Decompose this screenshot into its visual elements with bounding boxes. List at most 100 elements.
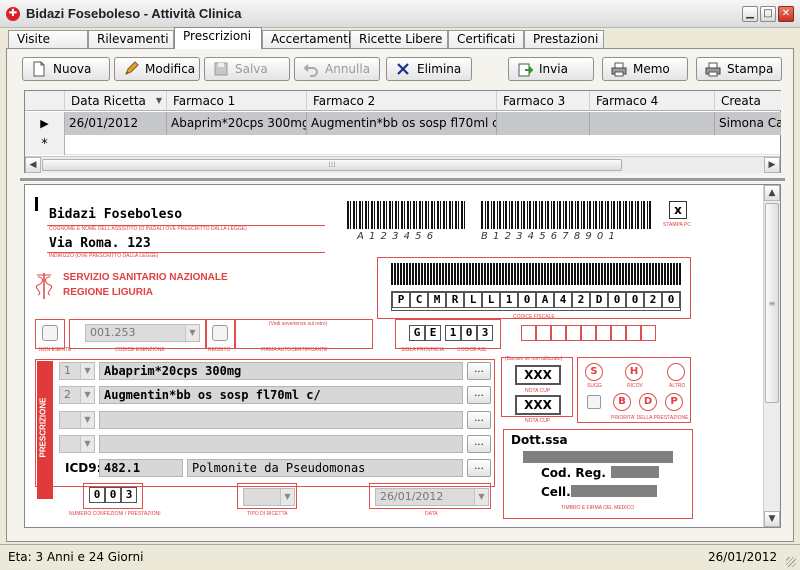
save-icon — [213, 61, 229, 77]
nuova-button[interactable]: Nuova — [22, 57, 110, 81]
scroll-up-icon[interactable]: ▲ — [764, 185, 780, 201]
icd9-description[interactable]: Polmonite da Pseudomonas — [187, 459, 463, 477]
tab-prescrizioni[interactable]: Prescrizioni — [174, 27, 262, 49]
item-1-drug[interactable]: Abaprim*20cps 300mg — [99, 362, 463, 380]
scroll-left-icon[interactable]: ◀ — [25, 157, 41, 173]
row-selector-arrow[interactable]: ▶ — [25, 112, 65, 135]
tab-rilevamenti[interactable]: Rilevamenti — [88, 30, 174, 48]
tab-visite[interactable]: Visite — [8, 30, 88, 48]
invia-button[interactable]: Invia — [508, 57, 594, 81]
cell-farmaco-1[interactable]: Abaprim*20cps 300mg — [167, 112, 307, 135]
barcode-left — [347, 201, 467, 229]
non-esente-checkbox[interactable] — [42, 325, 58, 341]
priority-checkbox[interactable] — [587, 395, 601, 409]
nota-cup-1[interactable]: XXX — [515, 365, 561, 385]
stampa-pc-checkbox[interactable]: x — [669, 201, 687, 219]
numero-confezioni-char: 3 — [121, 487, 137, 503]
column-header-farmaco-1[interactable]: Farmaco 1 — [167, 91, 307, 111]
chevron-down-icon: ▼ — [474, 489, 488, 505]
item-3-drug[interactable] — [99, 411, 463, 429]
priority-p[interactable]: P — [665, 393, 683, 411]
new-row-marker[interactable]: * — [25, 135, 65, 155]
scroll-right-icon[interactable]: ▶ — [764, 157, 780, 173]
elimina-label: Elimina — [417, 62, 462, 76]
grid-horizontal-scrollbar[interactable]: ◀ ⁞⁞⁞ ▶ — [25, 156, 780, 173]
item-2-browse-button[interactable]: ... — [467, 386, 491, 404]
maximize-button[interactable]: □ — [760, 6, 776, 22]
codice-esenzione-select[interactable]: 001.253 ▼ — [85, 324, 200, 342]
tab-certificati[interactable]: Certificati — [448, 30, 524, 48]
modifica-button[interactable]: Modifica — [114, 57, 200, 81]
tab-ricette-libere[interactable]: Ricette Libere — [350, 30, 448, 48]
scroll-down-icon[interactable]: ▼ — [764, 511, 780, 527]
chevron-down-icon: ▼ — [80, 436, 94, 452]
ssn-line-2: REGIONE LIGURIA — [63, 287, 154, 298]
priority-h[interactable]: H — [625, 363, 643, 381]
priority-s[interactable]: S — [585, 363, 603, 381]
printer-icon — [611, 61, 627, 77]
sort-down-icon: ▼ — [155, 96, 162, 105]
item-1-browse-button[interactable]: ... — [467, 362, 491, 380]
item-2-qty[interactable]: 2 ▼ — [59, 386, 95, 404]
icd9-code[interactable]: 482.1 — [99, 459, 183, 477]
invia-label: Invia — [539, 62, 568, 76]
undo-icon — [303, 61, 319, 77]
tab-accertamenti[interactable]: Accertamenti — [262, 30, 351, 48]
address-caption: INDIRIZZO (OVE PRESCRITTO DALLA LEGGE) — [49, 253, 159, 259]
item-3-browse-button[interactable]: ... — [467, 411, 491, 429]
item-1-qty[interactable]: 1 ▼ — [59, 362, 95, 380]
splitter[interactable] — [20, 178, 785, 181]
scroll-thumb[interactable]: ⁞⁞⁞ — [42, 159, 622, 171]
column-header-farmaco-4[interactable]: Farmaco 4 — [590, 91, 715, 111]
item-2-drug[interactable]: Augmentin*bb os sosp fl70ml c/ — [99, 386, 463, 404]
codice-fiscale-char: M — [428, 292, 446, 308]
numero-confezioni[interactable]: 003 — [89, 487, 137, 503]
minimize-button[interactable]: ▁ — [742, 6, 758, 22]
cell-farmaco-3[interactable] — [497, 112, 590, 135]
priority-d[interactable]: D — [639, 393, 657, 411]
doctor-title: Dott.ssa — [511, 433, 568, 447]
codice-fiscale-char: 0 — [626, 292, 644, 308]
column-header-data-ricetta[interactable]: Data Ricetta ▼ — [65, 91, 167, 111]
cell-label: Cell. — [541, 485, 571, 499]
cod-reg-label: Cod. Reg. — [541, 466, 606, 480]
memo-button[interactable]: Memo — [602, 57, 688, 81]
item-4-qty[interactable]: ▼ — [59, 435, 95, 453]
elimina-button[interactable]: Elimina — [386, 57, 472, 81]
tab-prestazioni[interactable]: Prestazioni — [524, 30, 604, 48]
barcode-right-text: B 1 2 3 4 5 6 7 8 9 0 1 — [481, 231, 616, 242]
cell-farmaco-4[interactable] — [590, 112, 715, 135]
codice-fiscale-char: C — [410, 292, 428, 308]
data-select[interactable]: 26/01/2012 ▼ — [375, 488, 489, 506]
item-4-drug[interactable] — [99, 435, 463, 453]
reddito-checkbox[interactable] — [212, 325, 228, 341]
send-icon — [517, 61, 534, 77]
annulla-button[interactable]: Annulla — [294, 57, 380, 81]
form-vertical-scrollbar[interactable]: ▲ ≡ ▼ — [763, 185, 780, 527]
column-header-creata-da[interactable]: Creata Da — [715, 91, 781, 128]
icd9-browse-button[interactable]: ... — [467, 459, 491, 477]
item-4-browse-button[interactable]: ... — [467, 435, 491, 453]
scroll-thumb[interactable]: ≡ — [765, 203, 779, 403]
delete-x-icon — [395, 61, 411, 77]
column-header-farmaco-3[interactable]: Farmaco 3 — [497, 91, 590, 111]
doctor-name-redacted — [523, 451, 673, 463]
cell-data-ricetta[interactable]: 26/01/2012 — [65, 112, 167, 135]
codice-fiscale-char: L — [482, 292, 500, 308]
tipo-ricetta-select[interactable]: ▼ — [243, 488, 295, 506]
salva-button[interactable]: Salva — [204, 57, 290, 81]
stampa-button[interactable]: Stampa — [696, 57, 782, 81]
cell-redacted — [571, 485, 657, 497]
column-header-farmaco-2[interactable]: Farmaco 2 — [307, 91, 497, 111]
cell-creata-da[interactable]: Simona Ca — [715, 112, 781, 135]
priority-b[interactable]: B — [613, 393, 631, 411]
new-row[interactable] — [65, 135, 780, 155]
priority-altro[interactable] — [667, 363, 685, 381]
nota-cup-2[interactable]: XXX — [515, 395, 561, 415]
chevron-down-icon: ▼ — [80, 363, 94, 379]
resize-grip-icon[interactable] — [786, 557, 796, 567]
item-3-qty[interactable]: ▼ — [59, 411, 95, 429]
close-button[interactable]: ✕ — [778, 6, 794, 22]
nuova-label: Nuova — [53, 62, 92, 76]
cell-farmaco-2[interactable]: Augmentin*bb os sosp fl70ml c/ — [307, 112, 497, 135]
